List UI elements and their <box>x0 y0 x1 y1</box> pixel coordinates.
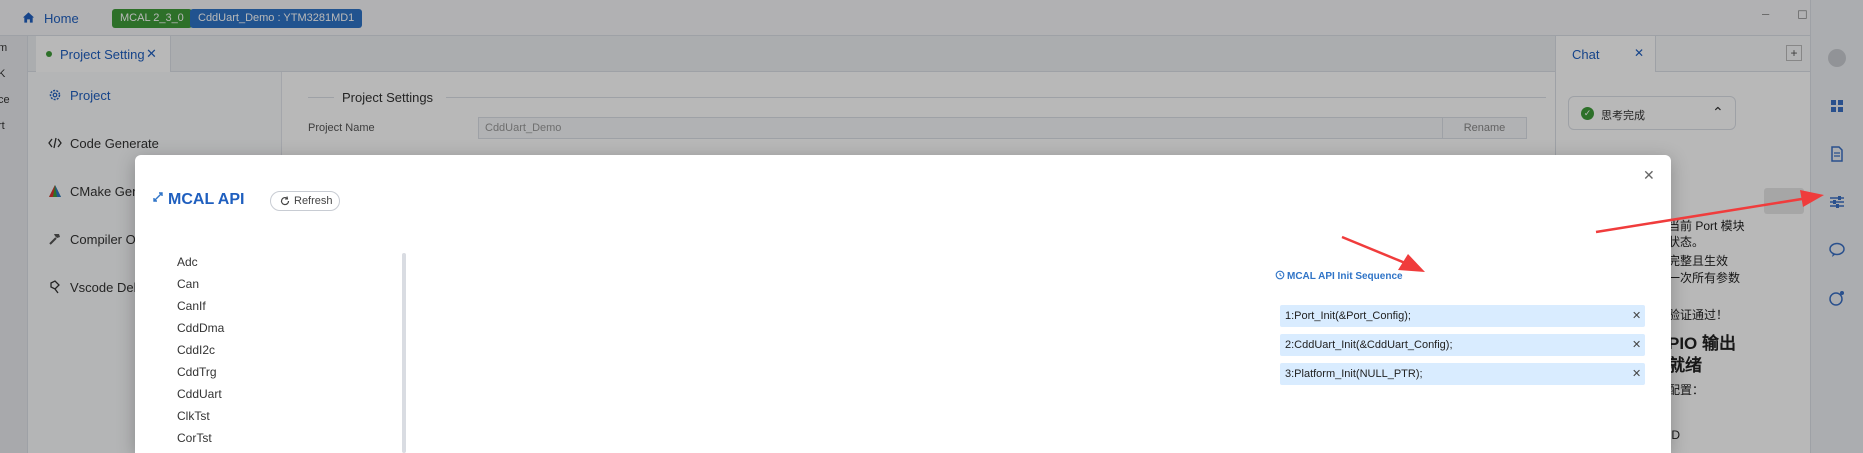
list-item[interactable]: CanIf <box>177 299 206 317</box>
list-item[interactable]: CddUart <box>177 387 222 405</box>
sequence-item-label: 1:Port_Init(&Port_Config); <box>1285 310 1411 322</box>
list-item[interactable]: CddDma <box>177 321 224 339</box>
refresh-icon <box>280 196 290 206</box>
dialog-title: MCAL API <box>168 191 245 208</box>
list-item[interactable]: CorTst <box>177 431 212 449</box>
api-link-icon <box>153 192 163 202</box>
list-item[interactable]: Adc <box>177 255 198 273</box>
list-item[interactable]: CddTrg <box>177 365 217 383</box>
init-sequence-title: MCAL API Init Sequence <box>1287 271 1403 282</box>
list-item[interactable]: CddI2c <box>177 343 215 361</box>
sequence-item-label: 3:Platform_Init(NULL_PTR); <box>1285 368 1423 380</box>
close-icon[interactable]: ✕ <box>1643 167 1655 184</box>
init-sequence-heading: MCAL API Init Sequence <box>1275 270 1403 282</box>
mcal-api-dialog: ✕ MCAL API Refresh Adc Can CanIf CddDma … <box>135 155 1671 453</box>
refresh-button[interactable]: Refresh <box>270 191 340 211</box>
remove-icon[interactable]: ✕ <box>1632 309 1641 322</box>
list-item[interactable]: Can <box>177 277 199 295</box>
remove-icon[interactable]: ✕ <box>1632 367 1641 380</box>
sequence-item[interactable]: 1:Port_Init(&Port_Config); ✕ <box>1280 305 1645 327</box>
sequence-item[interactable]: 3:Platform_Init(NULL_PTR); ✕ <box>1280 363 1645 385</box>
refresh-label: Refresh <box>294 195 333 207</box>
history-icon <box>1275 270 1285 280</box>
list-item[interactable]: ClkTst <box>177 409 210 427</box>
sequence-item-label: 2:CddUart_Init(&CddUart_Config); <box>1285 339 1453 351</box>
remove-icon[interactable]: ✕ <box>1632 338 1641 351</box>
sequence-item[interactable]: 2:CddUart_Init(&CddUart_Config); ✕ <box>1280 334 1645 356</box>
list-scrollbar[interactable] <box>402 253 406 453</box>
